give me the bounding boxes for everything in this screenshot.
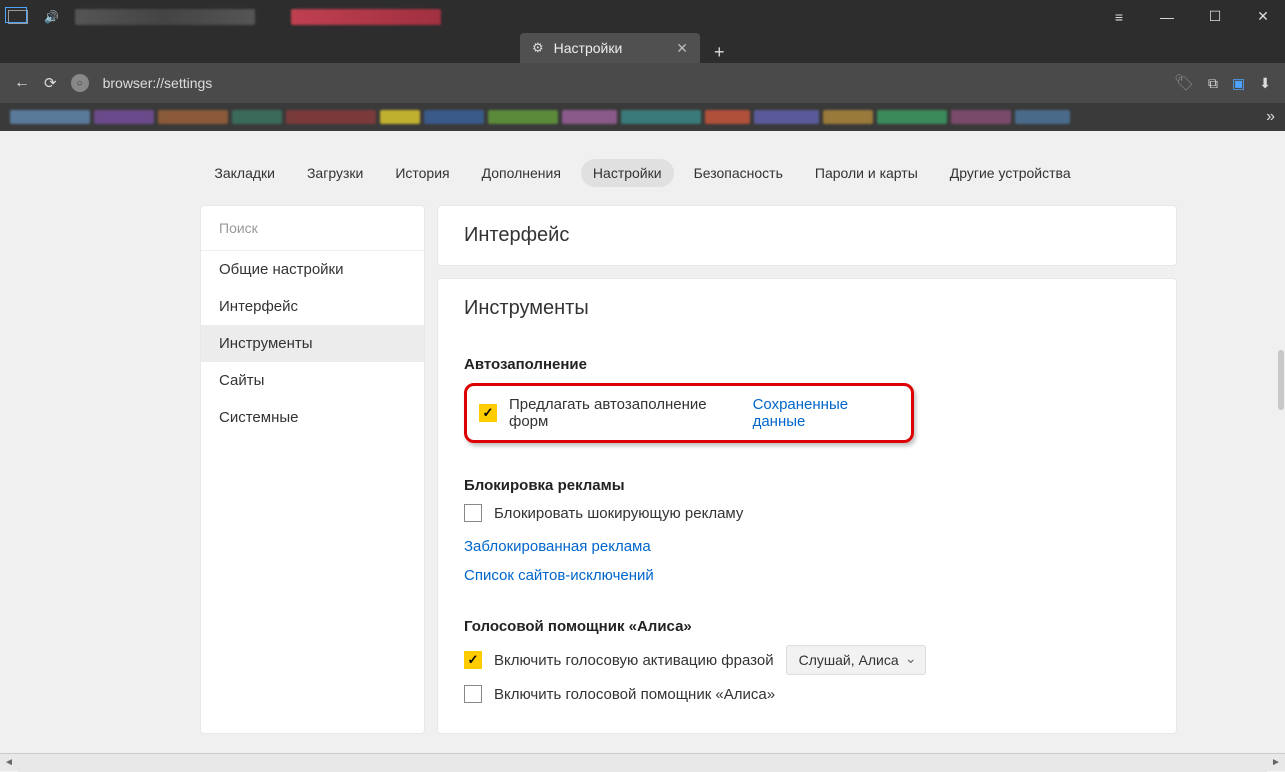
blurred-region bbox=[94, 110, 154, 124]
topnav-addons[interactable]: Дополнения bbox=[470, 159, 573, 187]
copy-icon[interactable]: ⧉ bbox=[1208, 75, 1218, 92]
tab-close-icon[interactable]: ✕ bbox=[676, 40, 688, 57]
panel-tools-title: Инструменты bbox=[438, 279, 1176, 338]
new-tab-button[interactable]: + bbox=[700, 42, 739, 63]
blurred-region bbox=[877, 110, 947, 124]
sidebar-item-system[interactable]: Системные bbox=[201, 399, 424, 436]
gear-icon: ⚙ bbox=[532, 40, 544, 56]
blurred-region bbox=[158, 110, 228, 124]
blurred-region bbox=[488, 110, 558, 124]
blurred-region bbox=[754, 110, 819, 124]
content-area: Закладки Загрузки История Дополнения Нас… bbox=[0, 131, 1285, 753]
topnav-security[interactable]: Безопасность bbox=[682, 159, 795, 187]
sound-icon[interactable]: 🔊 bbox=[44, 10, 59, 24]
window-titlebar: 🔊 ≡ — ☐ ✕ bbox=[0, 0, 1285, 33]
panel-interface: Интерфейс bbox=[437, 205, 1177, 266]
site-identity-icon[interactable]: ○ bbox=[71, 74, 89, 92]
topnav-settings[interactable]: Настройки bbox=[581, 159, 674, 187]
settings-top-nav: Закладки Загрузки История Дополнения Нас… bbox=[0, 131, 1285, 205]
topnav-passwords[interactable]: Пароли и карты bbox=[803, 159, 930, 187]
blurred-region bbox=[424, 110, 484, 124]
blurred-region bbox=[232, 110, 282, 124]
autofill-checkbox[interactable] bbox=[479, 404, 497, 422]
topnav-history[interactable]: История bbox=[383, 159, 461, 187]
panel-interface-title: Интерфейс bbox=[438, 206, 1176, 265]
autofill-section-title: Автозаполнение bbox=[464, 356, 1150, 373]
alisa-activation-checkbox[interactable] bbox=[464, 651, 482, 669]
scroll-right-icon[interactable]: ► bbox=[1267, 757, 1285, 768]
scroll-left-icon[interactable]: ◄ bbox=[0, 757, 18, 768]
blurred-region bbox=[1015, 110, 1070, 124]
sidebar-item-general[interactable]: Общие настройки bbox=[201, 251, 424, 288]
sidebar-item-tools[interactable]: Инструменты bbox=[201, 325, 424, 362]
panel-tools: Инструменты Автозаполнение Предлагать ав… bbox=[437, 278, 1177, 734]
blurred-region bbox=[705, 110, 750, 124]
blurred-region bbox=[823, 110, 873, 124]
tab-bar: ⚙ Настройки ✕ + bbox=[0, 33, 1285, 63]
adblock-section-title: Блокировка рекламы bbox=[464, 477, 1150, 494]
tab-title: Настройки bbox=[554, 40, 623, 56]
blurred-region bbox=[75, 9, 255, 25]
topnav-downloads[interactable]: Загрузки bbox=[295, 159, 375, 187]
downloads-icon[interactable]: ⬇ bbox=[1259, 75, 1271, 92]
settings-sidebar: Поиск Общие настройки Интерфейс Инструме… bbox=[200, 205, 425, 734]
scrollbar-track[interactable] bbox=[18, 754, 1267, 772]
alisa-enable-label: Включить голосовой помощник «Алиса» bbox=[494, 686, 775, 703]
autofill-checkbox-label: Предлагать автозаполнение форм bbox=[509, 396, 741, 430]
highlight-annotation: Предлагать автозаполнение форм Сохраненн… bbox=[464, 383, 914, 443]
extension-icon[interactable]: ▣ bbox=[1232, 75, 1245, 92]
sidebar-item-interface[interactable]: Интерфейс bbox=[201, 288, 424, 325]
alisa-enable-checkbox[interactable] bbox=[464, 685, 482, 703]
blurred-region bbox=[562, 110, 617, 124]
reload-button[interactable]: ⟳ bbox=[44, 74, 57, 92]
bookmark-icon[interactable]: 🏷 bbox=[1174, 73, 1194, 93]
back-button[interactable]: ← bbox=[14, 74, 30, 92]
blurred-region bbox=[10, 110, 90, 124]
maximize-button[interactable]: ☐ bbox=[1201, 8, 1229, 25]
adblock-shocking-label: Блокировать шокирующую рекламу bbox=[494, 505, 743, 522]
windows-overview-icon[interactable] bbox=[8, 10, 28, 24]
bookmarks-overflow-icon[interactable]: » bbox=[1266, 108, 1275, 126]
blocked-ads-link[interactable]: Заблокированная реклама bbox=[464, 538, 651, 555]
horizontal-scrollbar[interactable]: ◄ ► bbox=[0, 753, 1285, 771]
alisa-section-title: Голосовой помощник «Алиса» bbox=[464, 618, 1150, 635]
alisa-activation-label: Включить голосовую активацию фразой bbox=[494, 652, 774, 669]
blurred-region bbox=[621, 110, 701, 124]
sidebar-item-sites[interactable]: Сайты bbox=[201, 362, 424, 399]
sidebar-search-input[interactable]: Поиск bbox=[201, 206, 424, 251]
vertical-scrollbar[interactable] bbox=[1278, 350, 1284, 410]
menu-icon[interactable]: ≡ bbox=[1105, 9, 1133, 25]
blurred-region bbox=[291, 9, 441, 25]
topnav-bookmarks[interactable]: Закладки bbox=[202, 159, 287, 187]
bookmarks-bar: » bbox=[0, 103, 1285, 131]
topnav-devices[interactable]: Другие устройства bbox=[938, 159, 1083, 187]
minimize-button[interactable]: — bbox=[1153, 9, 1181, 25]
exception-sites-link[interactable]: Список сайтов-исключений bbox=[464, 567, 654, 584]
settings-main: Интерфейс Инструменты Автозаполнение Пре… bbox=[437, 205, 1177, 734]
tab-settings[interactable]: ⚙ Настройки ✕ bbox=[520, 33, 700, 63]
blurred-region bbox=[951, 110, 1011, 124]
blurred-region bbox=[380, 110, 420, 124]
close-button[interactable]: ✕ bbox=[1249, 8, 1277, 25]
alisa-phrase-dropdown[interactable]: Слушай, Алиса bbox=[786, 645, 926, 675]
blurred-region bbox=[286, 110, 376, 124]
address-bar: ← ⟳ ○ browser://settings 🏷 ⧉ ▣ ⬇ bbox=[0, 63, 1285, 103]
url-field[interactable]: browser://settings bbox=[103, 75, 1160, 91]
saved-data-link[interactable]: Сохраненные данные bbox=[753, 396, 899, 430]
adblock-shocking-checkbox[interactable] bbox=[464, 504, 482, 522]
